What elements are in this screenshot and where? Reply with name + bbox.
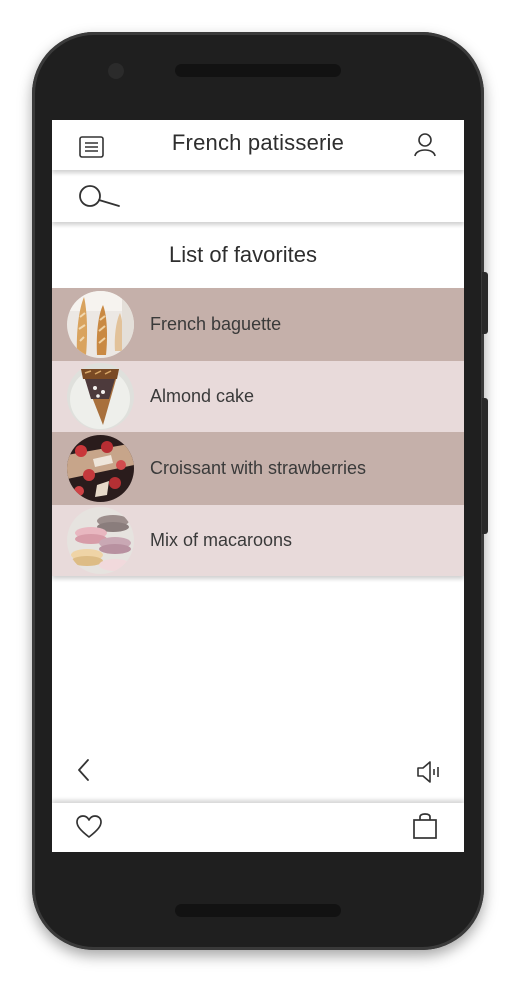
heart-icon[interactable]	[76, 815, 102, 839]
earpiece-speaker	[175, 64, 341, 77]
bottom-nav-bar	[52, 803, 464, 852]
macaroons-thumbnail	[67, 507, 134, 574]
user-icon[interactable]	[414, 133, 436, 157]
shopping-bag-icon[interactable]	[413, 813, 437, 839]
baguette-thumbnail	[67, 291, 134, 358]
bottom-speaker	[175, 904, 341, 917]
list-item-french-baguette[interactable]: French baguette	[52, 288, 464, 361]
list-item-croissant-with-strawberries[interactable]: Croissant with strawberries	[52, 432, 464, 505]
app-screen: French patisserie List of favorites Fren…	[52, 120, 464, 852]
search-bar[interactable]	[52, 174, 464, 222]
croissant-thumbnail	[67, 435, 134, 502]
favorites-heading: List of favorites	[169, 242, 317, 267]
page-title: French patisserie	[171, 130, 345, 155]
almond-cake-thumbnail	[67, 363, 134, 430]
volume-icon[interactable]	[416, 760, 442, 784]
list-item-label: French baguette	[150, 314, 282, 334]
search-icon[interactable]	[78, 184, 122, 212]
chevron-left-icon[interactable]	[76, 758, 92, 782]
list-item-label: Mix of macaroons	[150, 530, 293, 550]
phone-side-button-bottom	[482, 398, 488, 534]
list-item-label: Almond cake	[150, 386, 255, 406]
list-item-mix-of-macaroons[interactable]: Mix of macaroons	[52, 505, 464, 576]
list-item-almond-cake[interactable]: Almond cake	[52, 361, 464, 432]
favorites-list: French baguette Almond cake Croissant wi…	[52, 288, 464, 576]
front-camera	[108, 63, 124, 79]
top-app-bar: French patisserie	[52, 120, 464, 170]
list-item-label: Croissant with strawberries	[150, 458, 367, 478]
phone-side-button-top	[482, 272, 488, 334]
